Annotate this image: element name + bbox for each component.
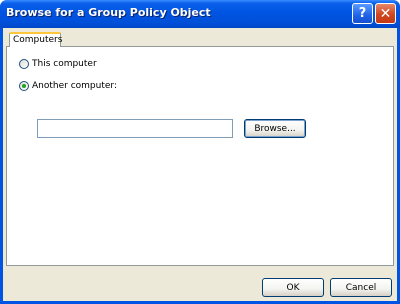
another-computer-radio[interactable] [19,81,29,91]
browse-button[interactable]: Browse... [244,119,306,138]
help-icon: ? [358,6,367,21]
cancel-button[interactable]: Cancel [330,278,392,297]
this-computer-radio[interactable] [19,59,29,69]
title-bar[interactable]: Browse for a Group Policy Object ? ✕ [0,0,400,28]
close-button[interactable]: ✕ [375,3,396,24]
tab-panel-computers: This computer Another computer: Browse..… [6,46,394,266]
this-computer-option[interactable]: This computer [19,59,97,69]
ok-button[interactable]: OK [262,278,324,297]
tab-computers[interactable]: Computers [9,32,62,47]
computer-name-input[interactable] [37,119,233,138]
dialog-client-area: Computers This computer Another computer… [3,28,397,301]
window-title: Browse for a Group Policy Object [6,6,211,19]
this-computer-label: This computer [32,59,97,69]
close-icon: ✕ [379,5,392,22]
another-computer-option[interactable]: Another computer: [19,81,117,91]
dialog-window: Browse for a Group Policy Object ? ✕ Com… [0,0,400,304]
help-button[interactable]: ? [352,3,373,24]
another-computer-label: Another computer: [32,81,117,91]
